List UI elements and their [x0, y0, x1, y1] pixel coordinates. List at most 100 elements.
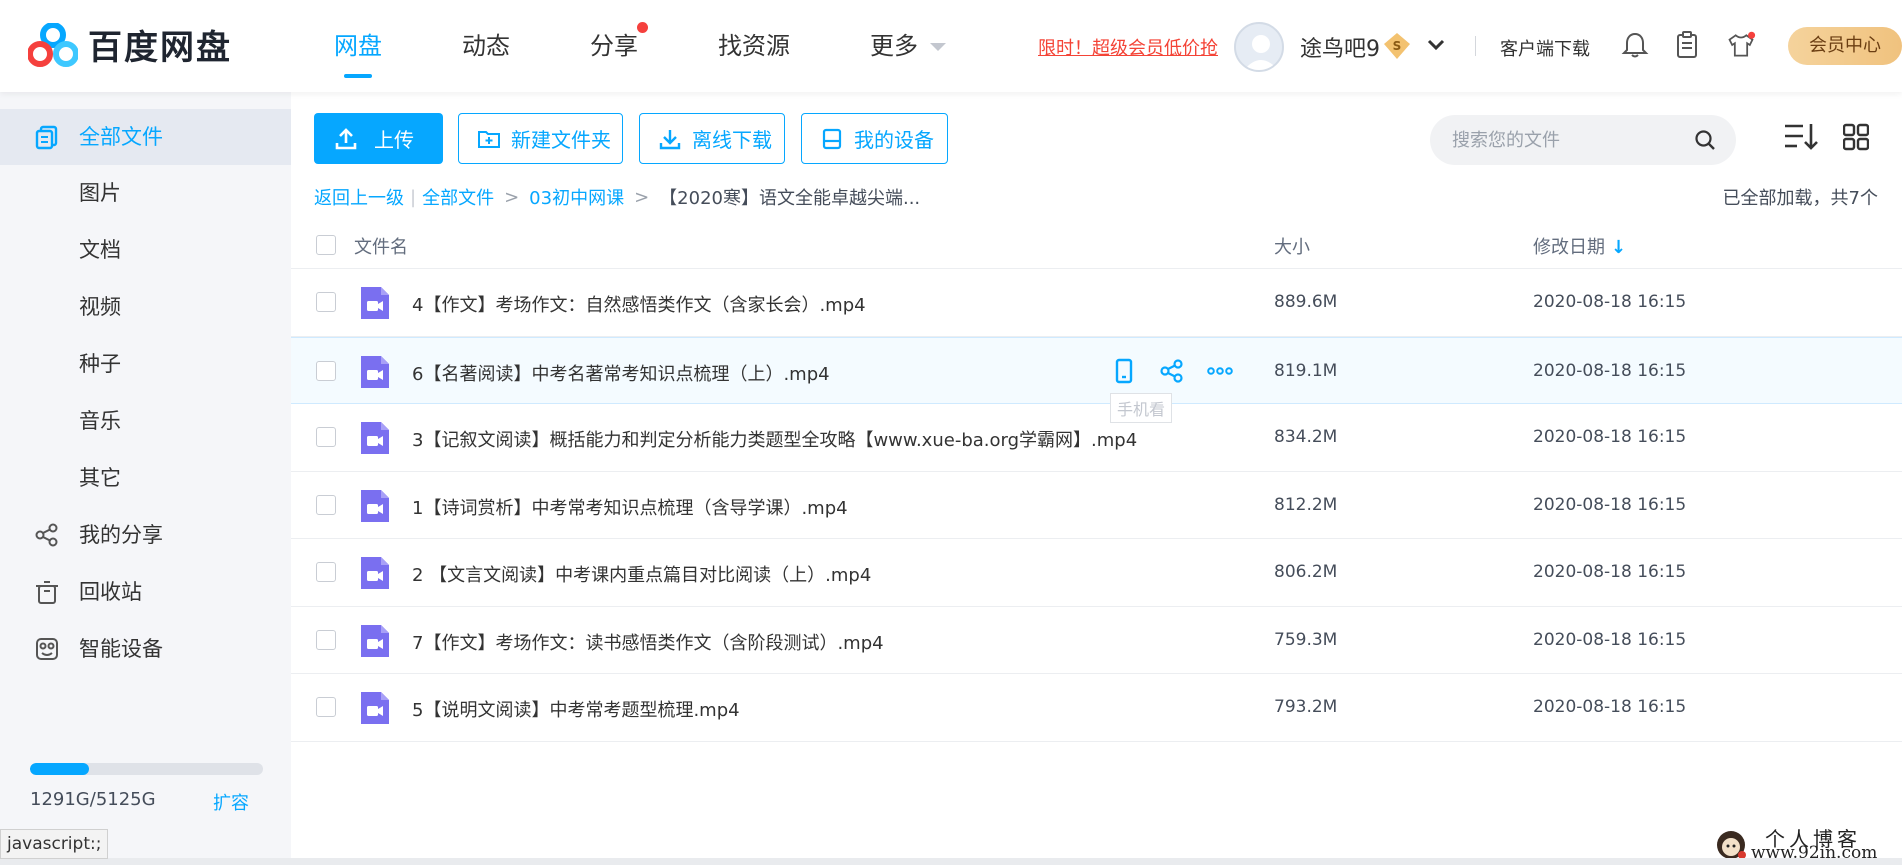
search-icon[interactable]	[1694, 129, 1716, 151]
video-file-icon	[361, 422, 389, 454]
sidebar-item-music[interactable]: 音乐	[0, 393, 291, 449]
table-row[interactable]: 3【记叙文阅读】概括能力和判定分析能力类题型全攻略【www.xue-ba.org…	[291, 404, 1902, 472]
file-size: 889.6M	[1274, 292, 1338, 312]
row-checkbox[interactable]	[316, 494, 336, 515]
row-checkbox[interactable]	[316, 427, 336, 447]
new-folder-button[interactable]: 新建文件夹	[458, 113, 623, 164]
bell-icon[interactable]	[1620, 30, 1650, 60]
row-checkbox[interactable]	[316, 629, 336, 650]
caret-down-icon	[930, 43, 946, 51]
row-checkbox[interactable]	[316, 292, 336, 312]
tshirt-icon[interactable]	[1726, 30, 1756, 60]
phone-view-tooltip: 手机看	[1110, 392, 1173, 423]
nav-share[interactable]: 分享	[590, 0, 648, 92]
sidebar-item-smart-devices[interactable]: 智能设备	[0, 621, 291, 677]
files-icon	[35, 125, 58, 150]
file-size: 819.1M	[1274, 360, 1338, 381]
my-devices-button[interactable]: 我的设备	[801, 113, 948, 164]
breadcrumb-folder[interactable]: 03初中网课	[529, 184, 624, 210]
sidebar-item-other[interactable]: 其它	[0, 450, 291, 506]
sidebar-item-torrents[interactable]: 种子	[0, 336, 291, 392]
nav-find-resources[interactable]: 找资源	[718, 0, 790, 92]
table-row[interactable]: 2 【文言文阅读】中考课内重点篇目对比阅读（上）.mp4 806.2M 2020-0…	[291, 539, 1902, 607]
nav-more[interactable]: 更多	[870, 0, 946, 92]
storage-progress-bar	[30, 763, 263, 775]
select-all-checkbox[interactable]	[316, 235, 336, 255]
table-row[interactable]: 6【名著阅读】中考名著常考知识点梳理（上）.mp4 手机看 819.1M 2020-0…	[291, 336, 1902, 423]
chevron-down-icon[interactable]	[1425, 34, 1447, 56]
share-icon[interactable]	[1157, 356, 1187, 386]
nav-label: 更多	[870, 32, 918, 60]
more-options-icon[interactable]	[1205, 356, 1235, 386]
sidebar-item-label: 全部文件	[79, 125, 163, 149]
upload-icon	[335, 127, 357, 149]
sidebar-item-label: 其它	[79, 466, 121, 490]
avatar[interactable]	[1234, 22, 1284, 72]
table-row[interactable]: 1【诗词赏析】中考常考知识点梳理（含导学课）.mp4 812.2M 2020-08-…	[291, 472, 1902, 539]
file-name[interactable]: 7【作文】考场作文：读书感悟类作文（含阶段测试）.mp4	[412, 629, 884, 655]
file-name[interactable]: 4【作文】考场作文：自然感悟类作文（含家长会）.mp4	[412, 291, 866, 317]
username[interactable]: 途鸟吧9	[1300, 31, 1380, 63]
sidebar-item-label: 视频	[79, 295, 121, 319]
sidebar-item-documents[interactable]: 文档	[0, 222, 291, 278]
sidebar-item-my-shares[interactable]: 我的分享	[0, 507, 291, 563]
offline-download-button[interactable]: 离线下载	[639, 113, 785, 164]
sidebar-item-label: 回收站	[79, 580, 142, 604]
table-row[interactable]: 5【说明文阅读】中考常考题型梳理.mp4 793.2M 2020-08-18 16:…	[291, 674, 1902, 742]
breadcrumb-all-files[interactable]: 全部文件	[422, 184, 494, 210]
sidebar-item-label: 图片	[79, 181, 121, 205]
sidebar-item-all-files[interactable]: 全部文件	[0, 109, 291, 165]
row-checkbox[interactable]	[316, 562, 336, 582]
notification-dot	[637, 22, 648, 33]
nav-netdisk[interactable]: 网盘	[334, 0, 382, 92]
logo[interactable]: 百度网盘	[28, 20, 232, 69]
header-divider	[1475, 36, 1476, 56]
share-icon	[35, 523, 58, 547]
file-size: 834.2M	[1274, 427, 1338, 447]
user-avatar-icon	[1244, 35, 1278, 70]
upload-button[interactable]: 上传	[314, 113, 443, 164]
column-date-header[interactable]: 修改日期 ↓	[1533, 233, 1626, 259]
sidebar-item-recycle-bin[interactable]: 回收站	[0, 564, 291, 620]
grid-view-icon[interactable]	[1843, 120, 1869, 154]
client-download-link[interactable]: 客户端下载	[1500, 35, 1590, 61]
column-size-header[interactable]: 大小	[1274, 233, 1310, 259]
file-date: 2020-08-18 16:15	[1533, 697, 1687, 717]
new-folder-icon	[478, 130, 500, 148]
nav-activity[interactable]: 动态	[462, 0, 510, 92]
sidebar-item-videos[interactable]: 视频	[0, 279, 291, 335]
vip-center-button[interactable]: 会员中心	[1788, 27, 1902, 65]
file-date: 2020-08-18 16:15	[1533, 427, 1687, 447]
sidebar-item-images[interactable]: 图片	[0, 165, 291, 221]
row-checkbox[interactable]	[316, 697, 336, 717]
expand-storage-link[interactable]: 扩容	[213, 789, 249, 815]
file-name[interactable]: 2 【文言文阅读】中考课内重点篇目对比阅读（上）.mp4	[412, 561, 871, 587]
clipboard-icon[interactable]	[1672, 30, 1702, 60]
file-name[interactable]: 5【说明文阅读】中考常考题型梳理.mp4	[412, 696, 740, 722]
file-date: 2020-08-18 16:15	[1533, 360, 1687, 381]
sort-desc-arrow-icon: ↓	[1611, 237, 1627, 258]
file-name[interactable]: 3【记叙文阅读】概括能力和判定分析能力类题型全攻略【www.xue-ba.org…	[412, 426, 1137, 452]
file-size: 759.3M	[1274, 629, 1338, 650]
sidebar-item-label: 我的分享	[79, 523, 163, 547]
breadcrumb: 返回上一级 | 全部文件 > 03初中网课 > 【2020寒】语文全能卓越尖端.…	[314, 184, 920, 210]
table-row[interactable]: 7【作文】考场作文：读书感悟类作文（含阶段测试）.mp4 759.3M 2020-0…	[291, 607, 1902, 674]
vip-promo-link[interactable]: 限时！超级会员低价抢	[1038, 34, 1218, 60]
nav-label: 动态	[462, 32, 510, 60]
search-input[interactable]	[1452, 115, 1692, 165]
file-date: 2020-08-18 16:15	[1533, 562, 1687, 582]
file-name[interactable]: 6【名著阅读】中考名著常考知识点梳理（上）.mp4	[412, 360, 830, 386]
sidebar: 全部文件 图片 文档 视频 种子 音乐 其它 我的分享 回收站 智能设备 129…	[0, 92, 291, 865]
bottom-scrollbar[interactable]	[0, 858, 1902, 865]
sort-icon[interactable]	[1783, 120, 1821, 154]
file-name[interactable]: 1【诗词赏析】中考常考知识点梳理（含导学课）.mp4	[412, 494, 848, 520]
video-file-icon	[361, 692, 389, 724]
column-name-header[interactable]: 文件名	[354, 233, 408, 259]
phone-view-icon[interactable]	[1109, 356, 1139, 386]
back-link[interactable]: 返回上一级	[314, 184, 404, 210]
breadcrumb-divider: |	[410, 186, 417, 208]
row-actions	[1109, 356, 1253, 386]
table-row[interactable]: 4【作文】考场作文：自然感悟类作文（含家长会）.mp4 889.6M 2020-08…	[291, 269, 1902, 337]
row-checkbox[interactable]	[316, 360, 336, 381]
loaded-count-text: 已全部加载，共7个	[1722, 188, 1878, 209]
